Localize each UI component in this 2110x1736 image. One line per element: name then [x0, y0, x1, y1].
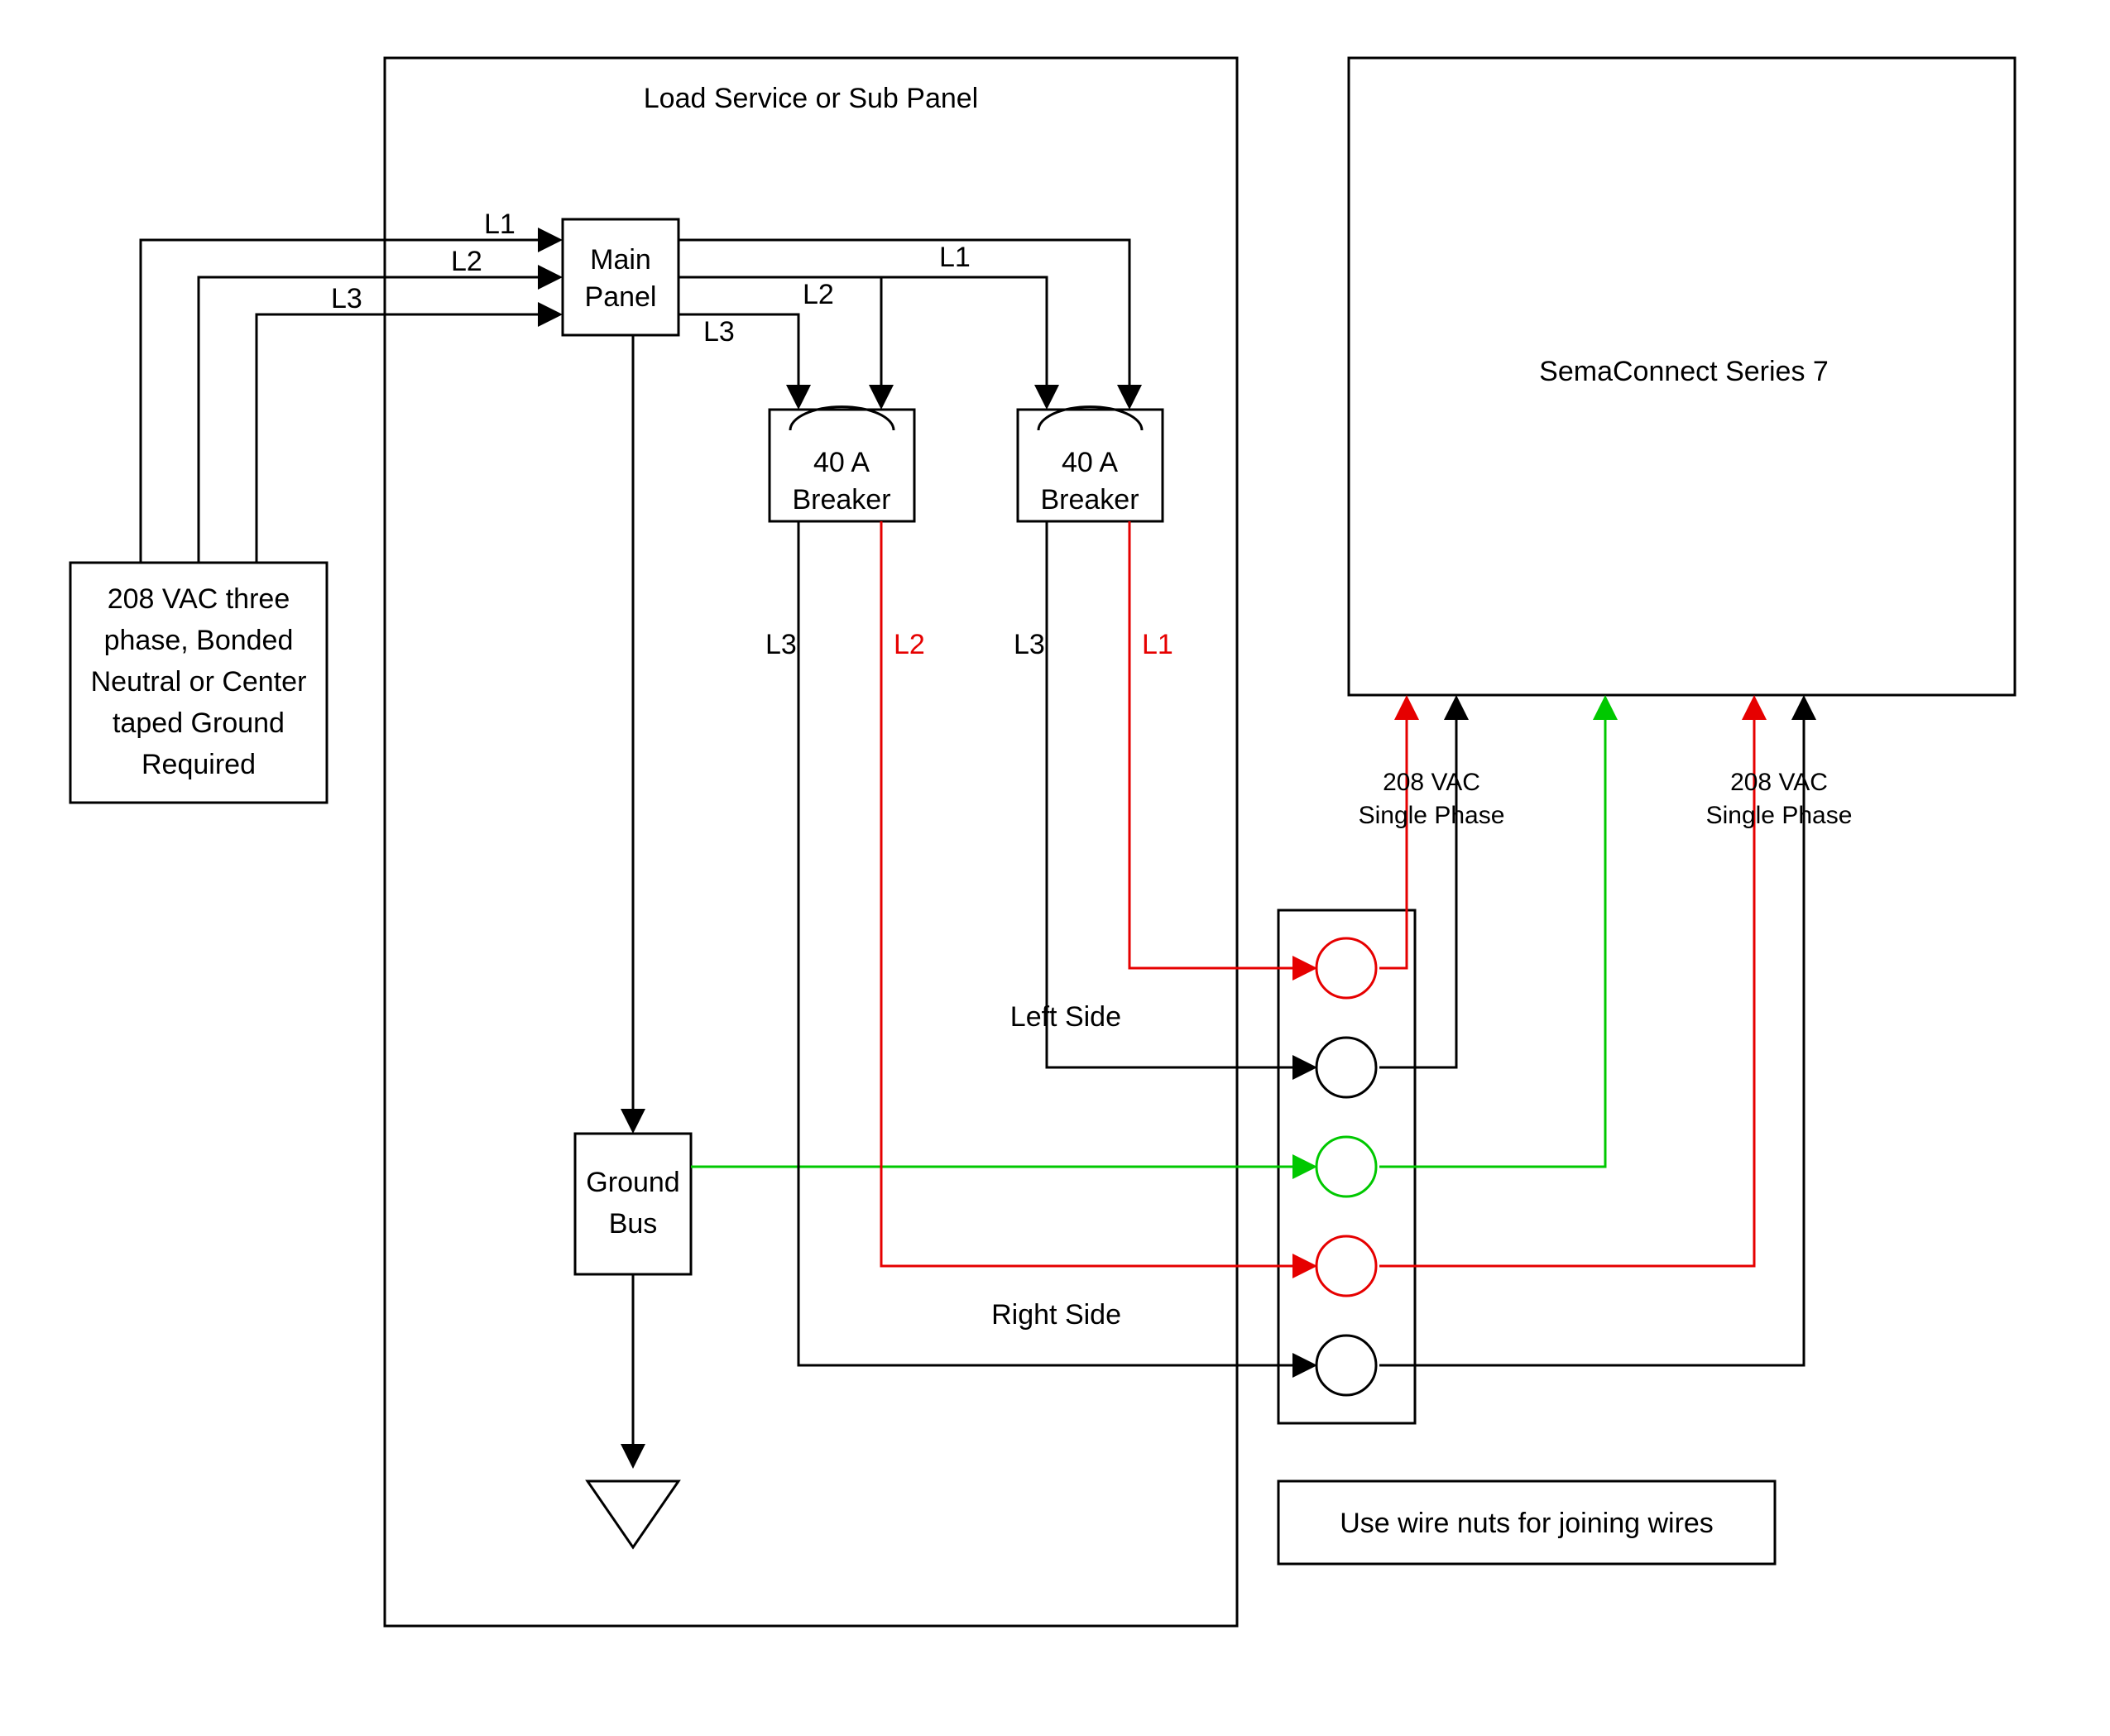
load-panel-title: Load Service or Sub Panel: [644, 83, 978, 114]
ground-bus-l2: Bus: [609, 1208, 658, 1240]
label-l1-in: L1: [484, 209, 516, 240]
wire-source-l2: [199, 277, 559, 563]
breaker-left-l1: 40 A: [813, 447, 870, 478]
wire-t3-to-dev: [1379, 827, 1605, 1167]
phase2-l2: Single Phase: [1706, 802, 1853, 829]
main-panel-l2: Panel: [585, 281, 657, 313]
wire-t2-to-dev: [1379, 827, 1456, 1067]
main-panel-l1: Main: [590, 244, 651, 276]
terminal-3: [1316, 1137, 1376, 1196]
label-l3-mid: L3: [703, 316, 735, 348]
phase2-l1: 208 VAC: [1730, 769, 1828, 796]
label-l3-in: L3: [331, 283, 362, 314]
ground-bus: [575, 1134, 691, 1274]
wire-bl-l2-to-t4: [881, 658, 1313, 1266]
wire-br-l1-to-t1: [1129, 658, 1313, 968]
semaconnect-label: SemaConnect Series 7: [1539, 356, 1829, 387]
source-line-1: 208 VAC three: [108, 583, 290, 615]
wire-panel-l3: [679, 314, 798, 405]
wire-panel-l1: [679, 240, 1129, 405]
terminal-2: [1316, 1038, 1376, 1097]
source-line-2: phase, Bonded: [104, 625, 294, 656]
breaker-left-l2: Breaker: [792, 484, 890, 516]
label-left-side: Left Side: [1010, 1001, 1121, 1033]
label-br-l3: L3: [1014, 629, 1045, 660]
label-bl-l3: L3: [765, 629, 797, 660]
label-l2-in: L2: [451, 246, 482, 277]
label-bl-l2: L2: [894, 629, 925, 660]
label-right-side: Right Side: [991, 1299, 1121, 1331]
wire-t4-to-dev: [1379, 827, 1754, 1266]
label-l1-mid: L1: [939, 242, 971, 273]
ground-bus-l1: Ground: [586, 1167, 679, 1198]
phase1-l2: Single Phase: [1359, 802, 1505, 829]
source-line-4: taped Ground: [113, 707, 285, 739]
earth-symbol-icon: [587, 1481, 679, 1547]
main-panel: [563, 219, 679, 335]
label-l2-mid: L2: [803, 279, 834, 310]
source-line-5: Required: [141, 749, 256, 780]
breaker-right-l1: 40 A: [1062, 447, 1118, 478]
terminal-4: [1316, 1236, 1376, 1296]
phase1-l1: 208 VAC: [1383, 769, 1480, 796]
terminal-1: [1316, 938, 1376, 998]
notes-text: Use wire nuts for joining wires: [1340, 1508, 1714, 1539]
wiring-diagram: Load Service or Sub Panel 208 VAC three …: [0, 0, 2110, 1736]
wire-t5-to-dev: [1379, 827, 1804, 1365]
wire-t1-to-dev: [1379, 827, 1407, 968]
label-br-l1: L1: [1142, 629, 1173, 660]
wire-source-l3: [257, 314, 559, 563]
source-line-3: Neutral or Center: [91, 666, 307, 698]
terminal-5: [1316, 1336, 1376, 1395]
breaker-right-l2: Breaker: [1040, 484, 1139, 516]
